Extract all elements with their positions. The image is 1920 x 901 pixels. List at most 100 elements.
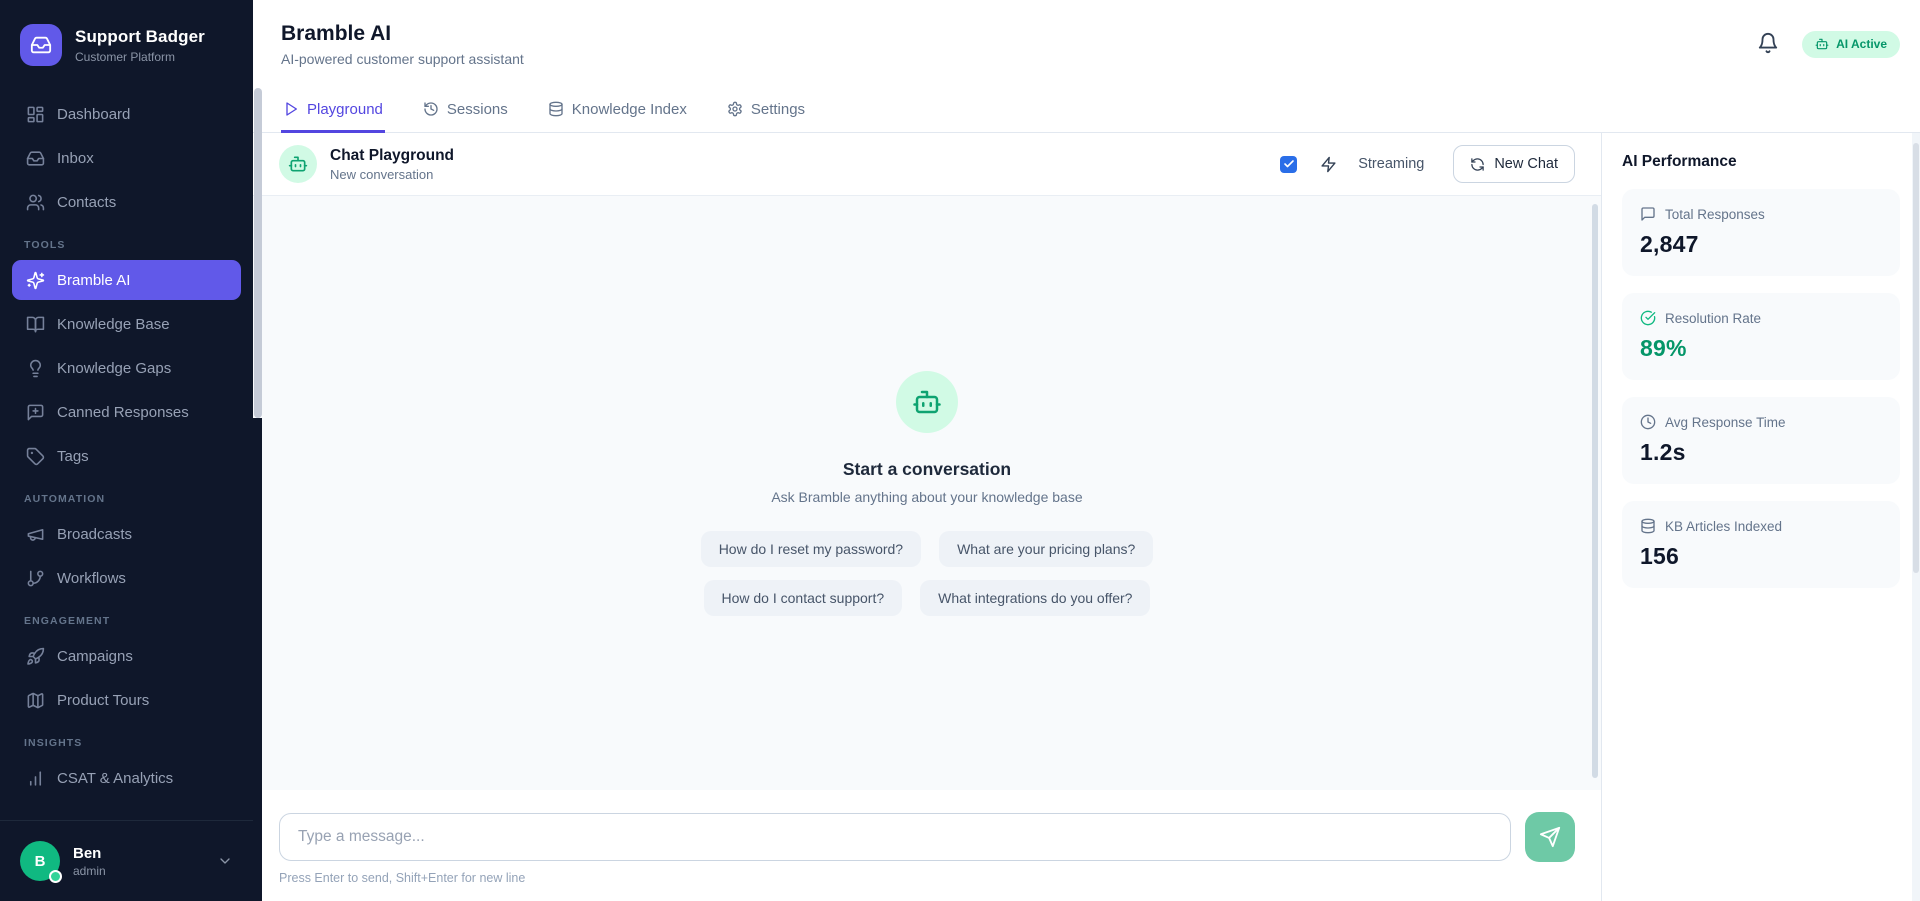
- message-input[interactable]: [279, 813, 1511, 861]
- chat-title: Chat Playground: [330, 147, 454, 165]
- check-circle-icon: [1640, 310, 1656, 326]
- user-menu[interactable]: B Ben admin: [0, 820, 253, 901]
- empty-state-title: Start a conversation: [701, 459, 1154, 480]
- brand-logo: [20, 24, 62, 66]
- chat-scrollbar-thumb[interactable]: [1592, 204, 1598, 778]
- page-header: Bramble AI AI-powered customer support a…: [253, 0, 1920, 88]
- dashboard-icon: [26, 105, 45, 124]
- sidebar-item-canned-responses[interactable]: Canned Responses: [12, 392, 241, 432]
- streaming-checkbox[interactable]: [1280, 156, 1297, 173]
- new-chat-label: New Chat: [1494, 156, 1558, 172]
- stat-card-avg-response-time: Avg Response Time1.2s: [1622, 397, 1900, 484]
- book-open-icon: [26, 315, 45, 334]
- tab-knowledge-index[interactable]: Knowledge Index: [546, 88, 689, 133]
- streaming-label: Streaming: [1358, 156, 1424, 172]
- tab-settings[interactable]: Settings: [725, 88, 807, 133]
- chat-subtitle: New conversation: [330, 167, 454, 182]
- ai-active-label: AI Active: [1836, 37, 1887, 51]
- history-icon: [423, 101, 439, 117]
- stat-card-resolution-rate: Resolution Rate 89%: [1622, 293, 1900, 380]
- refresh-icon: [1470, 157, 1485, 172]
- ai-active-badge: AI Active: [1802, 31, 1900, 58]
- sidebar-item-product-tours[interactable]: Product Tours: [12, 680, 241, 720]
- tab-label: Sessions: [447, 101, 508, 118]
- sidebar-section-engagement: ENGAGEMENT: [12, 614, 241, 628]
- sidebar-scrollbar-track: [253, 418, 262, 901]
- tab-sessions[interactable]: Sessions: [421, 88, 510, 133]
- notifications-button[interactable]: [1756, 32, 1780, 56]
- sidebar-scrollbar-thumb[interactable]: [254, 88, 262, 418]
- tab-label: Playground: [307, 101, 383, 118]
- sidebar-item-label: Knowledge Gaps: [57, 360, 171, 377]
- app: Support Badger Customer Platform Dashboa…: [0, 0, 1920, 901]
- sidebar-item-workflows[interactable]: Workflows: [12, 558, 241, 598]
- megaphone-icon: [26, 525, 45, 544]
- clock-icon: [1640, 414, 1656, 430]
- sidebar-item-label: Contacts: [57, 194, 116, 211]
- sidebar-item-label: Knowledge Base: [57, 316, 170, 333]
- stat-card-total-responses: Total Responses 2,847: [1622, 189, 1900, 276]
- stat-card-kb-articles-indexed: KB Articles Indexed156: [1622, 501, 1900, 588]
- input-helper-text: Press Enter to send, Shift+Enter for new…: [279, 871, 1575, 885]
- window-scrollbar-thumb[interactable]: [1913, 143, 1919, 573]
- suggestion-chips: How do I reset my password? What are your…: [701, 531, 1154, 616]
- bot-icon: [288, 154, 308, 174]
- sidebar-section-automation: AUTOMATION: [12, 492, 241, 506]
- sidebar: Support Badger Customer Platform Dashboa…: [0, 0, 253, 901]
- sidebar-item-dashboard[interactable]: Dashboard: [12, 94, 241, 134]
- sidebar-item-broadcasts[interactable]: Broadcasts: [12, 514, 241, 554]
- inbox-icon: [26, 149, 45, 168]
- bot-icon: [1815, 37, 1829, 51]
- sidebar-item-label: Workflows: [57, 570, 126, 587]
- suggestion-chip-how-do-i-reset-my-password[interactable]: How do I reset my password?: [701, 531, 921, 567]
- sidebar-item-label: Broadcasts: [57, 526, 132, 543]
- sidebar-item-knowledge-gaps[interactable]: Knowledge Gaps: [12, 348, 241, 388]
- message-square-icon: [1640, 206, 1656, 222]
- ai-performance-panel: AI Performance Total Responses2,847Resol…: [1601, 133, 1920, 901]
- sidebar-item-label: Dashboard: [57, 106, 130, 123]
- sidebar-item-tags[interactable]: Tags: [12, 436, 241, 476]
- sidebar-item-inbox[interactable]: Inbox: [12, 138, 241, 178]
- brand: Support Badger Customer Platform: [0, 0, 253, 88]
- git-branch-icon: [26, 569, 45, 588]
- tab-playground[interactable]: Playground: [281, 88, 385, 133]
- send-icon: [1539, 826, 1561, 848]
- sidebar-item-label: Tags: [57, 448, 89, 465]
- rocket-icon: [26, 647, 45, 666]
- stat-label: Total Responses: [1665, 207, 1765, 222]
- brand-tagline: Customer Platform: [75, 50, 205, 64]
- stat-label: KB Articles Indexed: [1665, 519, 1782, 534]
- database-icon: [1640, 518, 1656, 534]
- chevron-down-icon: [217, 853, 233, 869]
- empty-state: Start a conversation Ask Bramble anythin…: [701, 371, 1154, 616]
- sidebar-item-label: Campaigns: [57, 648, 133, 665]
- user-name: Ben: [73, 845, 204, 862]
- suggestion-chip-what-are-your-pricing-plans[interactable]: What are your pricing plans?: [939, 531, 1153, 567]
- sidebar-item-label: Canned Responses: [57, 404, 189, 421]
- send-button[interactable]: [1525, 812, 1575, 862]
- stat-label: Avg Response Time: [1665, 415, 1786, 430]
- message-input-area: Press Enter to send, Shift+Enter for new…: [253, 790, 1601, 901]
- sidebar-item-label: CSAT & Analytics: [57, 770, 173, 787]
- sidebar-item-bramble-ai[interactable]: Bramble AI: [12, 260, 241, 300]
- stat-label: Resolution Rate: [1665, 311, 1761, 326]
- online-status-dot: [49, 870, 62, 883]
- messages-area: Start a conversation Ask Bramble anythin…: [253, 196, 1601, 790]
- suggestion-chip-how-do-i-contact-support[interactable]: How do I contact support?: [704, 580, 903, 616]
- sidebar-item-contacts[interactable]: Contacts: [12, 182, 241, 222]
- sidebar-item-label: Inbox: [57, 150, 94, 167]
- settings-icon: [727, 101, 743, 117]
- stat-value: 2,847: [1640, 231, 1882, 258]
- main-content: Bramble AI AI-powered customer support a…: [253, 0, 1920, 901]
- new-chat-button[interactable]: New Chat: [1453, 145, 1575, 183]
- sidebar-item-csat-analytics[interactable]: CSAT & Analytics: [12, 758, 241, 798]
- sidebar-section-insights: INSIGHTS: [12, 736, 241, 750]
- sidebar-item-knowledge-base[interactable]: Knowledge Base: [12, 304, 241, 344]
- stat-value: 89%: [1640, 335, 1882, 362]
- tab-bar: Playground Sessions Knowledge Index Setting…: [253, 88, 1920, 133]
- empty-state-subtitle: Ask Bramble anything about your knowledg…: [701, 489, 1154, 505]
- suggestion-chip-what-integrations-do-you-offer[interactable]: What integrations do you offer?: [920, 580, 1150, 616]
- avatar-initial: B: [35, 853, 46, 870]
- sidebar-item-campaigns[interactable]: Campaigns: [12, 636, 241, 676]
- tab-label: Settings: [751, 101, 805, 118]
